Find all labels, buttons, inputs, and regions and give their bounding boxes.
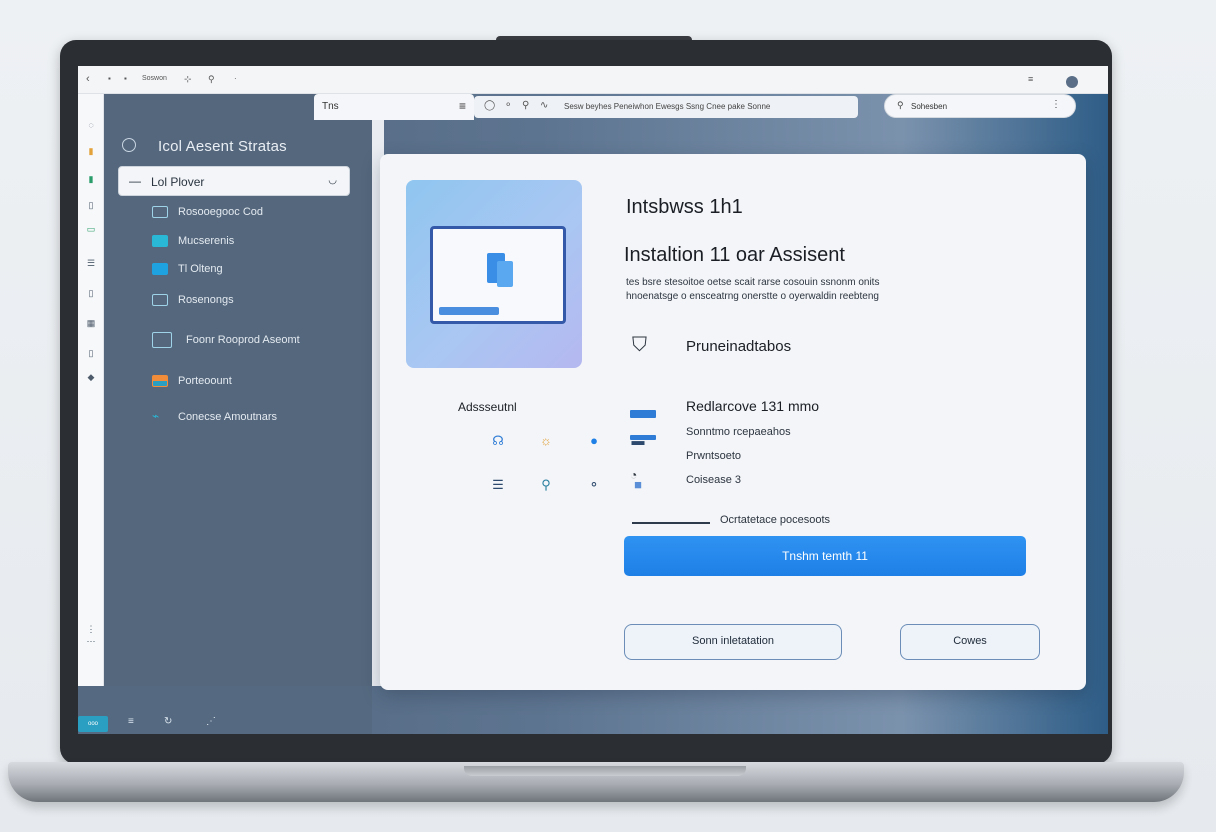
hero-illustration: [406, 180, 582, 368]
requirement-item: Coisease 3: [686, 474, 742, 486]
file-icon[interactable]: ▯: [86, 288, 96, 298]
search-icon: ⚲: [897, 100, 904, 110]
dialog-description: tes bsre stesoitoe oetse scait rarse cos…: [626, 277, 880, 302]
doc-icon[interactable]: ▯: [86, 200, 96, 210]
installation-dialog: Intsbwss 1h1 Instaltion 11 oar Assisent …: [380, 154, 1086, 690]
sidebar-title: Icol Aesent Stratas: [158, 138, 287, 155]
app-icon[interactable]: ▮: [86, 146, 96, 156]
requirement-item: Prwntsoeto: [686, 450, 742, 462]
share-icon[interactable]: ⋰: [206, 716, 216, 727]
bar-icon[interactable]: ▬: [630, 434, 646, 448]
tab-active[interactable]: Tns ≡: [314, 94, 474, 120]
tab-dot-icon[interactable]: ▪: [124, 73, 127, 85]
requirement-item: Sonntmo rcepaeahos: [686, 426, 791, 438]
icon-rail: ◌ ▮ ▮ ▯ ▭ ☰ ▯ ▦ ▯ ◆ ⋮ ⋯: [78, 94, 104, 734]
pin-icon[interactable]: ⚬: [586, 478, 602, 492]
headset-icon[interactable]: ☊: [490, 434, 506, 448]
sidebar-item-label: Rosenongs: [178, 294, 234, 306]
footer-button[interactable]: ooo: [78, 716, 108, 732]
sidebar-item-label: Conecse Amoutnars: [178, 411, 278, 423]
more-icon[interactable]: ⋮: [1051, 99, 1061, 110]
window-icon[interactable]: ▭: [86, 224, 96, 234]
circle-icon[interactable]: ◌: [86, 120, 96, 130]
dialog-title: Intsbwss 1h1: [626, 196, 743, 218]
tab-dot-icon[interactable]: ▪: [108, 73, 111, 85]
dash-icon: —: [129, 174, 141, 188]
tab-label: Tns: [322, 101, 339, 112]
taskbar-shape-icon: [439, 307, 499, 315]
sidebar-item-label: Rosooegooc Cod: [178, 206, 264, 218]
sidebar-item-label: Mucserenis: [178, 235, 235, 247]
avatar[interactable]: [1066, 76, 1078, 88]
provider-dropdown[interactable]: — Lol Plover ◡: [118, 166, 350, 196]
address-toolbar[interactable]: ◯ ⚬ ⚲ ∿ Sesw beyhes Peneiwhon Ewesgs Ssn…: [474, 96, 858, 118]
list-icon[interactable]: ☰: [86, 258, 96, 268]
menu-icon[interactable]: ≡: [459, 99, 466, 113]
shield-icon: ⛉: [632, 334, 647, 356]
app-icon[interactable]: ▮: [86, 174, 96, 184]
dot-icon[interactable]: ·: [234, 73, 237, 85]
logo-shape-icon: [497, 261, 513, 287]
permissions-title: Pruneinadtabos: [686, 338, 792, 355]
sidebar-item-label: Porteoount: [178, 375, 232, 387]
folder-icon[interactable]: ■: [630, 478, 646, 492]
logo-icon: [122, 138, 136, 152]
person-icon[interactable]: ⚲: [538, 478, 554, 492]
window-illustration-icon: [430, 226, 566, 324]
card-icon: [152, 375, 168, 387]
sidebar: Icol Aesent Stratas — Lol Plover ◡ Rosoo…: [104, 94, 372, 686]
search-text: Sohesben: [911, 102, 948, 111]
dropdown-label: Lol Plover: [151, 175, 205, 189]
folder-icon: [152, 206, 168, 218]
dot-icon[interactable]: ●: [586, 434, 602, 448]
toolbar-text: Sesw beyhes Peneiwhon Ewesgs Ssng Cnee p…: [564, 102, 771, 111]
sidebar-footer: ooo ≡ ↻ ⋰: [78, 686, 372, 734]
link-icon: ⌁: [152, 409, 160, 423]
window-icon: [152, 263, 168, 275]
lock-icon[interactable]: ▯: [86, 348, 96, 358]
cancel-button[interactable]: Cowes: [900, 624, 1040, 660]
display-icon: [152, 294, 168, 306]
record-icon[interactable]: ◯: [484, 100, 495, 111]
grid-icon[interactable]: ▦: [86, 318, 96, 328]
laptop-base-groove: [464, 766, 746, 776]
list-icon[interactable]: ☰: [490, 478, 506, 492]
assistant-label: Adssseutnl: [458, 400, 517, 414]
shield-icon[interactable]: ◆: [86, 372, 96, 382]
person-icon[interactable]: ⚲: [208, 73, 215, 85]
topbar-label: Soswon: [142, 75, 167, 82]
refresh-icon[interactable]: ↻: [164, 716, 172, 727]
more-icon[interactable]: ⋯: [86, 636, 96, 646]
more-icon[interactable]: ⋮: [86, 624, 96, 634]
search-input[interactable]: ⚲ Sohesben ⋮: [884, 94, 1076, 118]
sidebar-item-label: Tl Olteng: [178, 263, 223, 275]
start-installation-button[interactable]: Sonn inletatation: [624, 624, 842, 660]
pin-icon[interactable]: ⊹: [184, 73, 192, 85]
curve-icon[interactable]: ∿: [540, 100, 548, 111]
progress-bar: [632, 522, 710, 524]
requirement-bar-icon: [630, 410, 656, 418]
laptop-icon: [152, 332, 172, 348]
tool-icon[interactable]: ⚬: [504, 100, 512, 111]
progress-label: Ocrtatetace pocesoots: [720, 514, 831, 526]
settings-icon[interactable]: ≡: [1028, 73, 1033, 85]
chevron-left-icon[interactable]: ‹: [86, 73, 90, 85]
chevron-icon: ◡: [328, 175, 337, 186]
laptop-screen: ‹ ▪ ▪ Soswon ⊹ ⚲ · ≡ ◌ ▮ ▮ ▯ ▭ ☰ ▯ ▦ ▯ ◆…: [78, 66, 1108, 734]
mic-icon[interactable]: ⚲: [522, 100, 529, 111]
dialog-subtitle: Instaltion 11 oar Assisent: [624, 244, 845, 266]
monitor-icon: [152, 235, 168, 247]
install-button[interactable]: Tnshm temth 11: [624, 536, 1026, 576]
menu-icon[interactable]: ≡: [128, 716, 134, 727]
requirements-title: Redlarcove 131 mmo: [686, 398, 820, 414]
browser-topbar: ‹ ▪ ▪ Soswon ⊹ ⚲ · ≡: [78, 66, 1108, 94]
sidebar-item-label: Foonr Rooprod Aseomt: [186, 334, 300, 346]
sun-icon[interactable]: ☼: [538, 434, 554, 448]
